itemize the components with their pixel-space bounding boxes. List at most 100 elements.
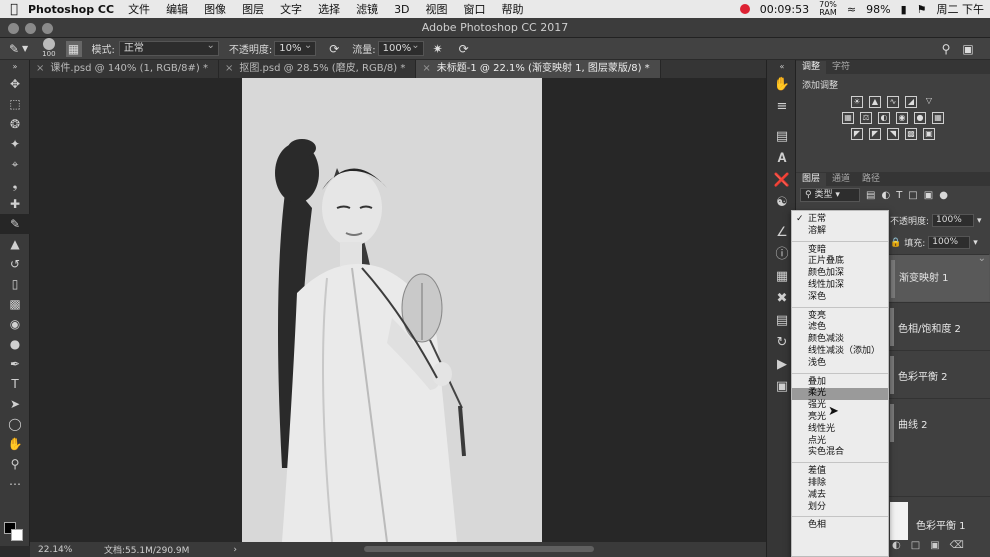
- curves-icon[interactable]: ∿: [887, 96, 899, 108]
- color-balance-icon[interactable]: ⚖: [860, 112, 872, 124]
- menu-file[interactable]: 文件: [128, 1, 150, 17]
- zoom-tool[interactable]: ⚲: [0, 454, 30, 474]
- move-tool[interactable]: ✥: [0, 74, 30, 94]
- layer-name[interactable]: 色彩平衡 2: [898, 368, 948, 383]
- blend-mode-option[interactable]: 颜色加深: [792, 268, 888, 280]
- layer-fill-field[interactable]: 100%: [928, 236, 971, 249]
- pixel-filter-icon[interactable]: ▤: [866, 190, 875, 201]
- blend-mode-option[interactable]: 叠加: [792, 377, 888, 389]
- app-menu[interactable]: Photoshop CC: [28, 3, 114, 16]
- type-filter-icon[interactable]: T: [896, 190, 902, 201]
- layer-name[interactable]: 色相/饱和度 2: [898, 320, 961, 335]
- exposure-icon[interactable]: ◢: [905, 96, 917, 108]
- zoom-level[interactable]: 22.14%: [30, 545, 90, 555]
- blend-mode-option[interactable]: 滤色: [792, 322, 888, 334]
- magic-wand-tool[interactable]: ✦: [0, 134, 30, 154]
- blend-mode-option[interactable]: 柔光: [792, 388, 888, 401]
- brush-tool-preset[interactable]: ✎ ▼: [6, 41, 28, 57]
- menu-type[interactable]: 文字: [280, 1, 302, 17]
- dodge-tool[interactable]: ●: [0, 334, 30, 354]
- layer-mask-thumbnail[interactable]: [890, 356, 894, 394]
- status-menu-arrow-icon[interactable]: ›: [233, 545, 237, 555]
- tab-layers[interactable]: 图层: [796, 173, 827, 186]
- more-tools-icon[interactable]: ⋯: [0, 474, 30, 494]
- battery-icon[interactable]: ▮: [901, 3, 907, 16]
- posterize-icon[interactable]: ◤: [869, 128, 881, 140]
- layer-mask-thumbnail[interactable]: [890, 404, 894, 442]
- layer-opacity-field[interactable]: 100%: [932, 214, 975, 227]
- blend-mode-option[interactable]: 线性光: [792, 424, 888, 436]
- layer-mask-thumbnail[interactable]: [890, 308, 894, 346]
- menu-layer[interactable]: 图层: [242, 1, 264, 17]
- blend-mode-option[interactable]: 强光: [792, 400, 888, 412]
- menu-select[interactable]: 选择: [318, 1, 340, 17]
- character-icon[interactable]: 𝐀: [767, 148, 797, 170]
- blur-tool[interactable]: ◉: [0, 314, 30, 334]
- color-lookup-icon[interactable]: ▦: [932, 112, 944, 124]
- menu-image[interactable]: 图像: [204, 1, 226, 17]
- layer-mask-thumbnail[interactable]: [891, 260, 895, 298]
- levels-icon[interactable]: ▲: [869, 96, 881, 108]
- tab-character[interactable]: 字符: [826, 61, 856, 74]
- brush-tool[interactable]: ✎: [0, 214, 30, 234]
- folder-icon[interactable]: □: [911, 540, 920, 551]
- collapse-icon[interactable]: «: [767, 60, 797, 74]
- brush-size-picker[interactable]: 100: [42, 38, 56, 59]
- new-layer-icon[interactable]: ▣: [930, 540, 939, 551]
- blend-mode-option[interactable]: 变暗: [792, 245, 888, 257]
- blend-mode-option[interactable]: 色相: [792, 520, 888, 532]
- flow-field[interactable]: 100%: [377, 39, 424, 56]
- type-tool[interactable]: T: [0, 374, 30, 394]
- layer-name[interactable]: 渐变映射 1: [899, 272, 949, 285]
- smart-filter-icon[interactable]: ▣: [924, 190, 933, 201]
- gradient-map-icon[interactable]: ▩: [905, 128, 917, 140]
- selective-color-icon[interactable]: ▣: [923, 128, 935, 140]
- brush-panel-toggle[interactable]: ▦: [65, 40, 82, 57]
- blend-mode-option[interactable]: 溶解: [792, 226, 888, 238]
- blend-mode-option[interactable]: 排除: [792, 478, 888, 490]
- eraser-tool[interactable]: ▯: [0, 274, 30, 294]
- layer-name[interactable]: 曲线 2: [898, 416, 928, 431]
- tab-channels[interactable]: 通道: [826, 173, 856, 186]
- adjustment-filter-icon[interactable]: ◐: [881, 190, 890, 201]
- paragraph-icon[interactable]: ❌: [767, 170, 797, 192]
- tab-courseware[interactable]: × 课件.psd @ 140% (1, RGB/8#) *: [30, 60, 219, 78]
- filter-toggle-icon[interactable]: ●: [939, 190, 948, 201]
- marquee-tool[interactable]: ⬚: [0, 94, 30, 114]
- blend-mode-option[interactable]: 点光: [792, 436, 888, 448]
- blend-mode-option[interactable]: 线性减淡（添加）: [792, 346, 888, 358]
- path-select-tool[interactable]: ➤: [0, 394, 30, 414]
- close-tab-icon[interactable]: ×: [422, 63, 430, 74]
- hand-tool[interactable]: ✋: [0, 434, 30, 454]
- opacity-field[interactable]: 10%: [274, 39, 317, 56]
- blend-mode-option[interactable]: 正片叠底: [792, 256, 888, 268]
- horizontal-scrollbar[interactable]: [364, 546, 594, 552]
- shape-tool[interactable]: ◯: [0, 414, 30, 434]
- tab-untitled[interactable]: × 未标题-1 @ 22.1% (渐变映射 1, 图层蒙版/8) *: [416, 60, 661, 78]
- mode-select[interactable]: 正常: [118, 39, 219, 56]
- lock-icon[interactable]: 🔒: [890, 238, 901, 248]
- record-icon[interactable]: [739, 4, 750, 14]
- photo-filter-icon[interactable]: ◉: [896, 112, 908, 124]
- blend-mode-option[interactable]: 实色混合: [792, 447, 888, 459]
- tab-paths[interactable]: 路径: [856, 173, 886, 186]
- history-brush-tool[interactable]: ↺: [0, 254, 30, 274]
- pressure-size-button[interactable]: ⟳: [456, 41, 472, 57]
- threshold-icon[interactable]: ◥: [887, 128, 899, 140]
- crop-tool[interactable]: ⌖: [0, 154, 30, 174]
- black-white-icon[interactable]: ◐: [878, 112, 890, 124]
- channel-mixer-icon[interactable]: ●: [914, 112, 926, 124]
- adjustment-layer-icon[interactable]: ◐: [892, 540, 901, 551]
- layer-kind-select[interactable]: ⚲ 类型 ▾: [800, 188, 860, 202]
- chevron-down-icon[interactable]: ▾: [973, 238, 978, 248]
- blend-mode-option[interactable]: 线性加深: [792, 280, 888, 292]
- healing-tool[interactable]: ✚: [0, 194, 30, 214]
- blend-mode-option[interactable]: 划分: [792, 502, 888, 514]
- tab-adjustments[interactable]: 调整: [796, 61, 827, 74]
- close-tab-icon[interactable]: ×: [36, 63, 44, 74]
- airbrush-button[interactable]: ✷: [430, 41, 446, 57]
- invert-icon[interactable]: ◤: [851, 128, 863, 140]
- blend-mode-option[interactable]: 变亮: [792, 311, 888, 323]
- wifi-icon[interactable]: ≈: [847, 3, 856, 16]
- document-image[interactable]: [242, 78, 542, 542]
